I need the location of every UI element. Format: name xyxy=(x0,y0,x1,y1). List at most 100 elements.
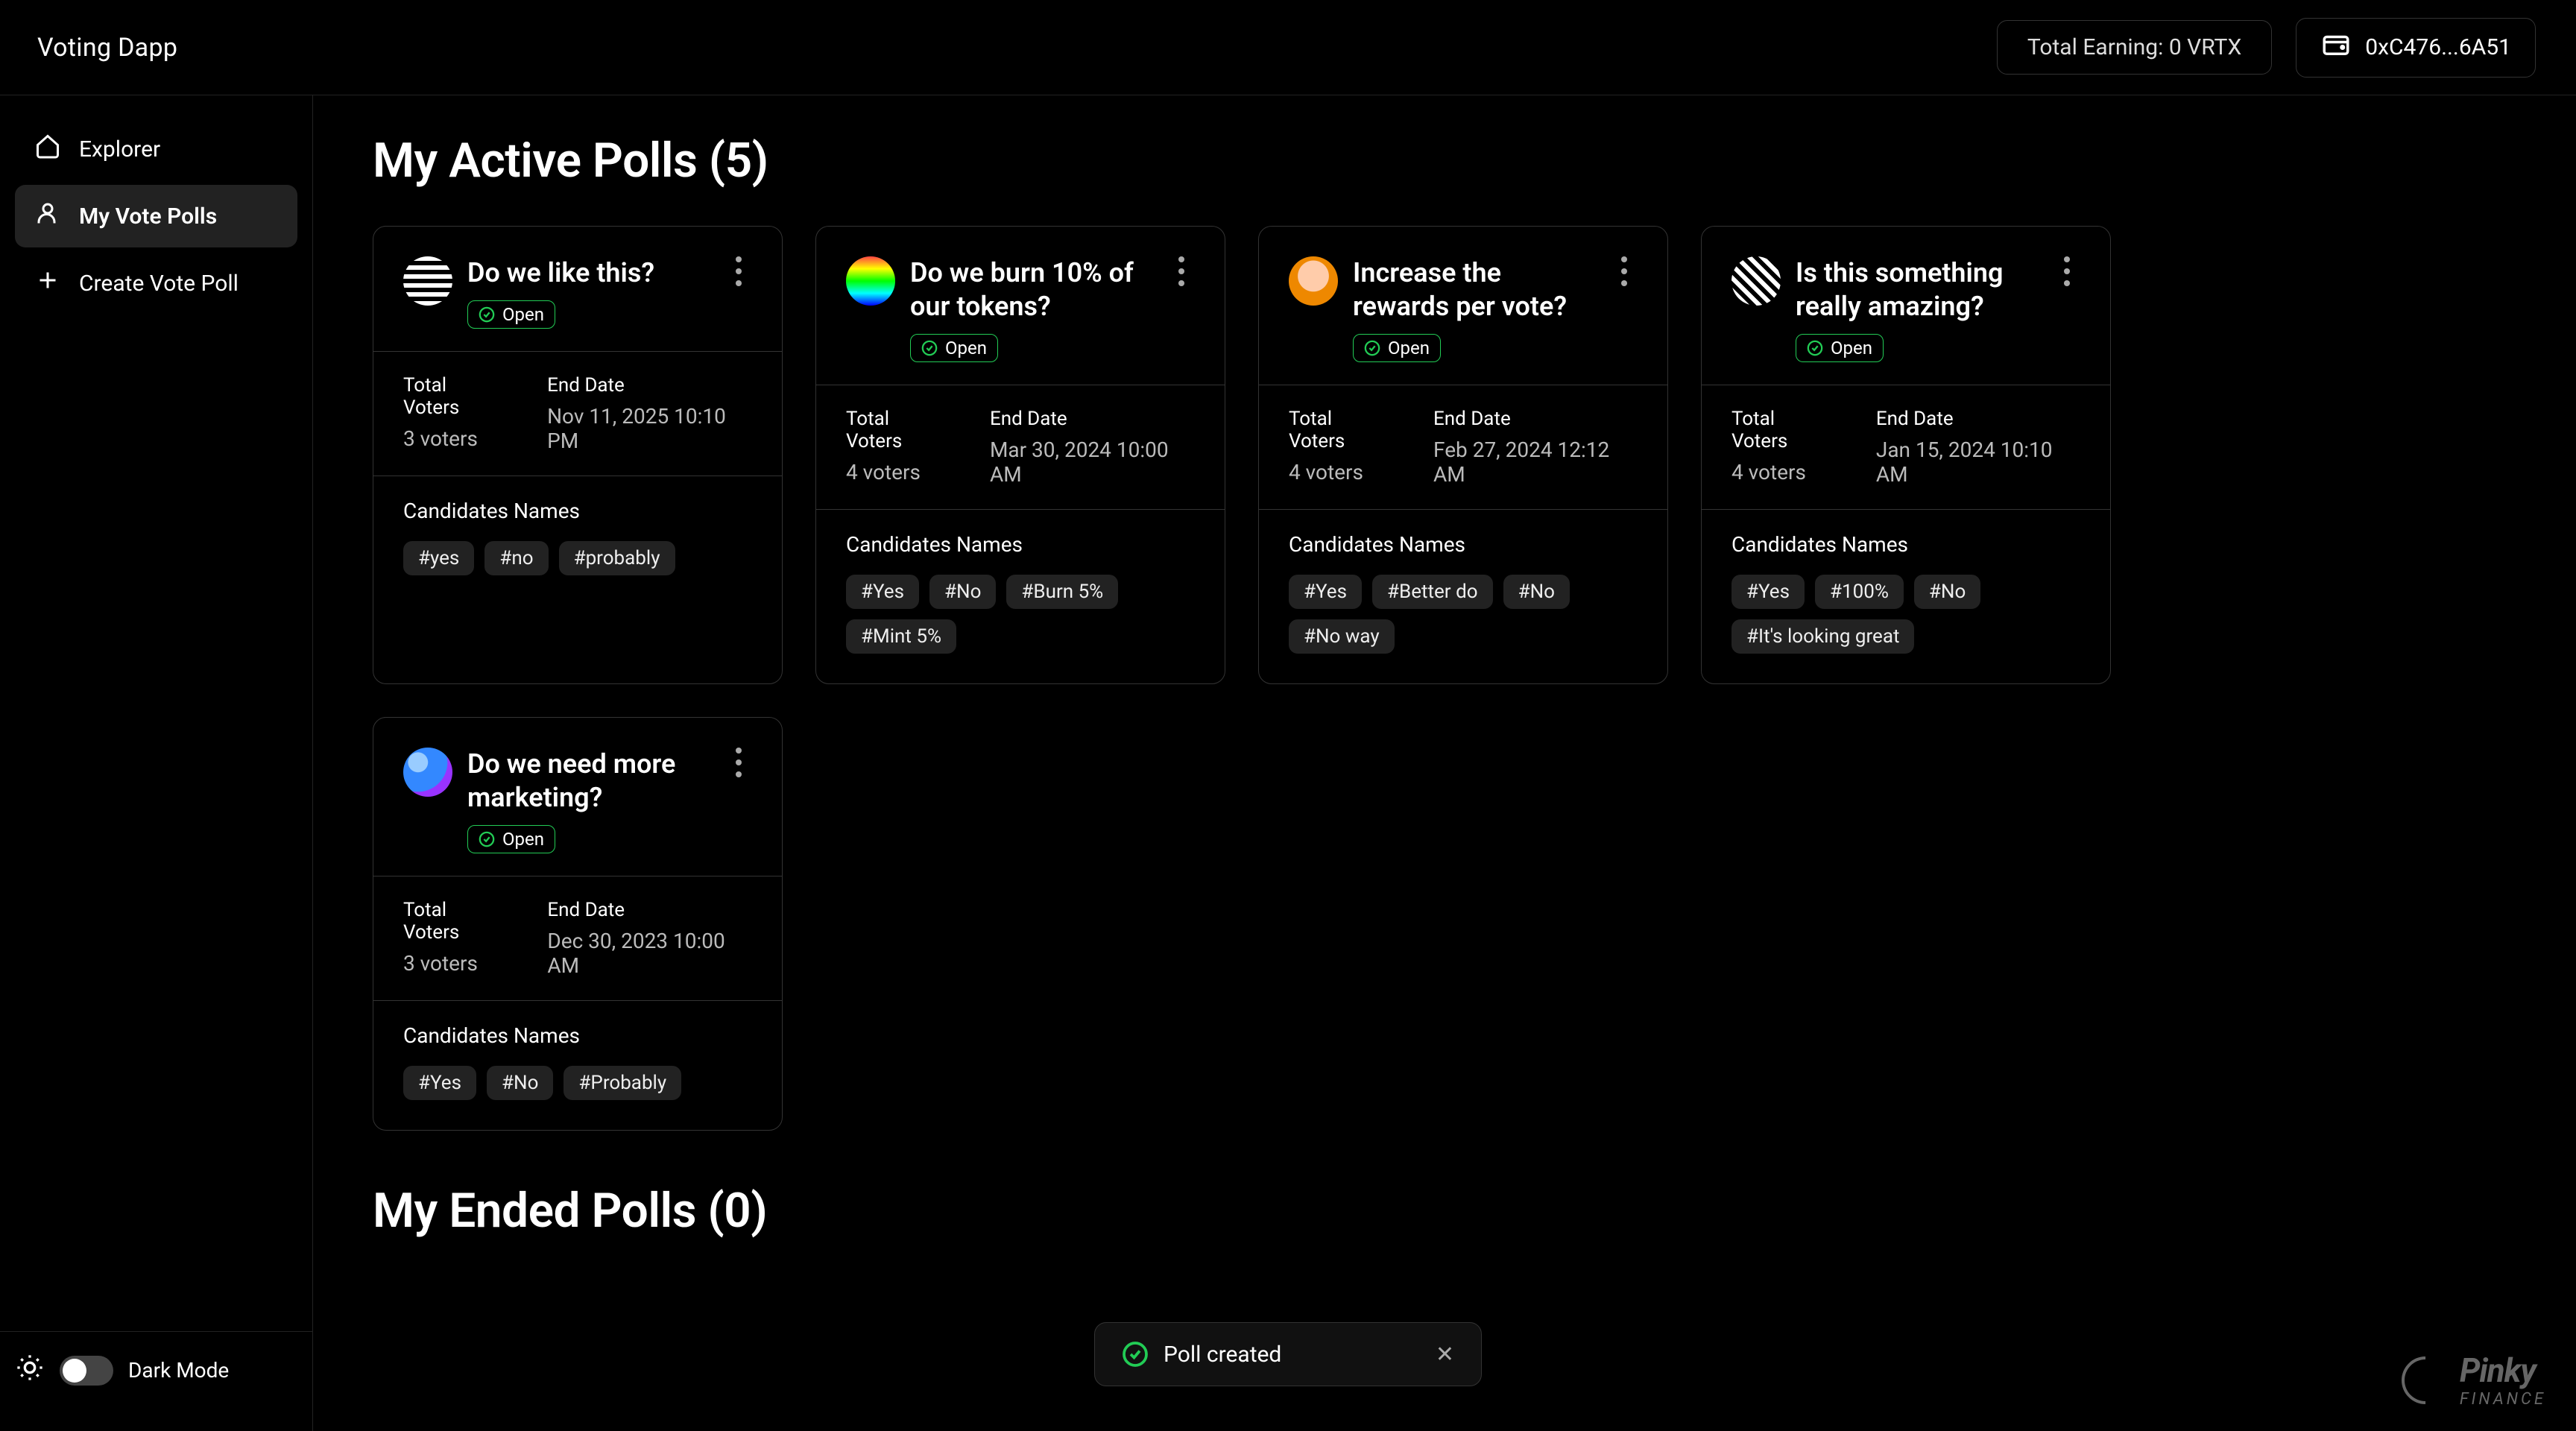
candidates-label: Candidates Names xyxy=(1289,532,1638,557)
candidate-tag: #Probably xyxy=(564,1066,681,1100)
candidates-label: Candidates Names xyxy=(403,1023,752,1048)
poll-title: Do we need more marketing? xyxy=(467,748,710,815)
end-date-label: End Date xyxy=(547,899,752,921)
candidate-tag: #Better do xyxy=(1372,575,1493,609)
voters-label: Total Voters xyxy=(1289,408,1389,452)
end-date-value: Dec 30, 2023 10:00 AM xyxy=(547,929,752,978)
user-icon xyxy=(34,200,61,233)
earning-badge: Total Earning: 0 VRTX xyxy=(1997,20,2272,75)
end-date-value: Feb 27, 2024 12:12 AM xyxy=(1433,437,1638,487)
dark-mode-label: Dark Mode xyxy=(128,1358,229,1383)
voters-value: 3 voters xyxy=(403,951,502,976)
header: Voting Dapp Total Earning: 0 VRTX 0xC476… xyxy=(0,0,2576,95)
candidate-tag: #probably xyxy=(559,541,675,575)
sidebar-item-explorer[interactable]: Explorer xyxy=(15,118,297,180)
poll-avatar xyxy=(846,256,895,306)
end-date-value: Nov 11, 2025 10:10 PM xyxy=(547,404,752,453)
end-date-label: End Date xyxy=(990,408,1195,430)
sun-icon xyxy=(15,1353,45,1388)
poll-more-button[interactable] xyxy=(1611,256,1638,286)
poll-more-button[interactable] xyxy=(725,748,752,777)
wallet-button[interactable]: 0xC476...6A51 xyxy=(2296,18,2536,78)
status-badge: Open xyxy=(467,825,555,853)
sidebar-item-label: Create Vote Poll xyxy=(79,271,239,297)
candidate-tag: #Yes xyxy=(1289,575,1362,609)
candidate-tag: #Burn 5% xyxy=(1006,575,1118,609)
status-badge: Open xyxy=(467,300,555,329)
toast-poll-created: Poll created ✕ xyxy=(1094,1322,1482,1386)
section-title-ended: My Ended Polls (0) xyxy=(373,1183,2516,1239)
poll-title: Increase the rewards per vote? xyxy=(1353,256,1596,323)
candidates-label: Candidates Names xyxy=(403,499,752,523)
plus-icon xyxy=(34,267,61,300)
poll-more-button[interactable] xyxy=(2053,256,2080,286)
poll-card: Is this something really amazing? Open T… xyxy=(1701,226,2111,684)
poll-avatar xyxy=(1731,256,1781,306)
poll-card: Do we need more marketing? Open Total Vo… xyxy=(373,717,783,1131)
voters-label: Total Voters xyxy=(1731,408,1831,452)
end-date-label: End Date xyxy=(1876,408,2080,430)
voters-value: 3 voters xyxy=(403,426,502,451)
sidebar-item-my-vote-polls[interactable]: My Vote Polls xyxy=(15,185,297,247)
candidate-tag: #no xyxy=(484,541,548,575)
section-title-active: My Active Polls (5) xyxy=(373,133,2516,189)
footer-brand-logo: Pinky FINANCE xyxy=(2402,1351,2546,1409)
poll-more-button[interactable] xyxy=(1168,256,1195,286)
candidate-tag: #No xyxy=(487,1066,553,1100)
polls-grid: Do we like this? Open Total Voters 3 vot… xyxy=(373,226,2516,1131)
end-date-label: End Date xyxy=(547,374,752,397)
poll-title: Do we like this? xyxy=(467,256,710,290)
poll-more-button[interactable] xyxy=(725,256,752,286)
voters-value: 4 voters xyxy=(1731,460,1831,484)
candidate-tag: #No xyxy=(1914,575,1980,609)
sidebar-item-label: Explorer xyxy=(79,136,160,162)
main-content: My Active Polls (5) Do we like this? Ope… xyxy=(313,95,2576,1431)
status-label: Open xyxy=(502,304,544,325)
candidate-tags: #Yes#Better do#No#No way xyxy=(1289,575,1638,654)
voters-label: Total Voters xyxy=(403,899,502,944)
toast-close-button[interactable]: ✕ xyxy=(1436,1342,1454,1368)
candidates-label: Candidates Names xyxy=(1731,532,2080,557)
candidate-tag: #Yes xyxy=(403,1066,476,1100)
voters-value: 4 voters xyxy=(846,460,945,484)
candidate-tag: #It's looking great xyxy=(1731,619,1914,654)
poll-card: Increase the rewards per vote? Open Tota… xyxy=(1258,226,1668,684)
status-label: Open xyxy=(1388,338,1430,358)
candidate-tag: #Yes xyxy=(846,575,919,609)
wallet-address: 0xC476...6A51 xyxy=(2365,34,2511,60)
poll-avatar xyxy=(403,748,452,797)
status-label: Open xyxy=(945,338,987,358)
poll-title: Do we burn 10% of our tokens? xyxy=(910,256,1153,323)
app-brand: Voting Dapp xyxy=(37,33,177,63)
sidebar-item-create-poll[interactable]: Create Vote Poll xyxy=(15,252,297,315)
status-label: Open xyxy=(502,829,544,850)
sidebar: Explorer My Vote Polls Create Vote Poll xyxy=(0,95,313,1431)
status-badge: Open xyxy=(1353,334,1441,362)
end-date-label: End Date xyxy=(1433,408,1638,430)
status-badge: Open xyxy=(1796,334,1884,362)
candidate-tags: #Yes #100% #No#It's looking great xyxy=(1731,575,2080,654)
candidate-tag: #yes xyxy=(403,541,474,575)
poll-card: Do we like this? Open Total Voters 3 vot… xyxy=(373,226,783,684)
dark-mode-toggle[interactable] xyxy=(60,1356,113,1386)
candidate-tag: #100% xyxy=(1815,575,1904,609)
toast-message: Poll created xyxy=(1164,1342,1281,1368)
theme-toggle-row: Dark Mode xyxy=(0,1331,312,1409)
end-date-value: Jan 15, 2024 10:10 AM xyxy=(1876,437,2080,487)
header-right: Total Earning: 0 VRTX 0xC476...6A51 xyxy=(1997,18,2536,78)
voters-value: 4 voters xyxy=(1289,460,1389,484)
home-icon xyxy=(34,133,61,165)
candidate-tag: #Yes xyxy=(1731,575,1805,609)
status-badge: Open xyxy=(910,334,998,362)
candidate-tags: #yes #no #probably xyxy=(403,541,752,575)
swirl-icon xyxy=(2392,1346,2460,1414)
candidate-tag: #No way xyxy=(1289,619,1395,654)
poll-card: Do we burn 10% of our tokens? Open Total… xyxy=(815,226,1225,684)
footer-brand-sub: FINANCE xyxy=(2460,1390,2546,1409)
candidate-tags: #Yes #No #Probably xyxy=(403,1066,752,1100)
candidate-tag: #No xyxy=(929,575,996,609)
footer-brand: Pinky xyxy=(2460,1351,2546,1390)
end-date-value: Mar 30, 2024 10:00 AM xyxy=(990,437,1195,487)
candidates-label: Candidates Names xyxy=(846,532,1195,557)
voters-label: Total Voters xyxy=(403,374,502,419)
